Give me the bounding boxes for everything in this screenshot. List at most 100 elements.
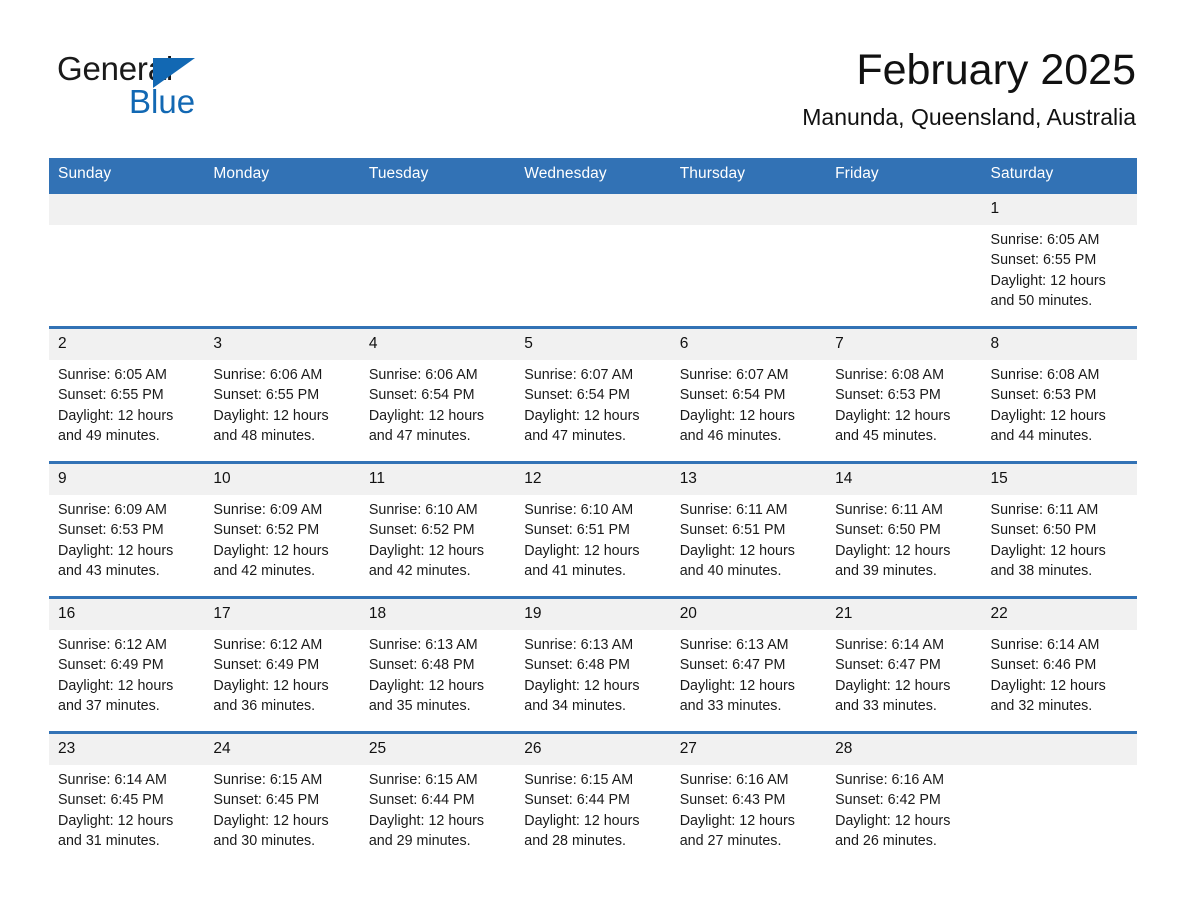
sunset-text: Sunset: 6:55 PM (58, 387, 164, 404)
calendar-day-cell[interactable]: 10 Sunrise: 6:09 AM Sunset: 6:52 PM Dayligh… (204, 461, 360, 598)
daylight-text: Daylight: 12 hours and 29 minutes. (368, 812, 485, 849)
calendar-day-cell[interactable]: 16 Sunrise: 6:12 AM Sunset: 6:49 PM Dayligh… (49, 596, 205, 733)
calendar-day-cell[interactable]: 14 Sunrise: 6:11 AM Sunset: 6:50 PM Dayligh… (826, 461, 982, 598)
calendar-day-cell[interactable]: 9 Sunrise: 6:09 AM Sunset: 6:53 PM Daylight… (49, 461, 205, 598)
daylight-text: Daylight: 12 hours and 45 minutes. (835, 407, 951, 444)
sunset-text: Sunset: 6:43 PM (679, 792, 786, 809)
calendar-cell-inner: 22 Sunrise: 6:14 AM Sunset: 6:46 PM Dayligh… (981, 599, 1137, 731)
day-number: 10 (204, 464, 360, 495)
day-number: 12 (515, 464, 671, 495)
general-blue-logo: General Blue (57, 50, 257, 126)
calendar-cell-inner: 10 Sunrise: 6:09 AM Sunset: 6:52 PM Dayligh… (204, 464, 360, 596)
sunset-text: Sunset: 6:50 PM (835, 522, 941, 539)
sunrise-text: Sunrise: 6:08 AM (835, 367, 944, 383)
calendar-day-cell[interactable]: 3 Sunrise: 6:06 AM Sunset: 6:55 PM Daylight… (204, 326, 360, 463)
day-details: Sunrise: 6:15 AM Sunset: 6:45 PM Daylight:… (204, 765, 359, 851)
calendar-day-cell[interactable]: 6 Sunrise: 6:07 AM Sunset: 6:54 PM Daylight… (670, 326, 827, 463)
day-details: Sunrise: 6:09 AM Sunset: 6:53 PM Daylight:… (49, 495, 204, 581)
day-details: Sunrise: 6:12 AM Sunset: 6:49 PM Daylight:… (49, 630, 204, 716)
calendar-cell-inner (359, 194, 516, 326)
sunrise-text: Sunrise: 6:13 AM (679, 637, 789, 653)
day-details: Sunrise: 6:13 AM Sunset: 6:48 PM Daylight:… (360, 630, 515, 716)
calendar-day-cell[interactable]: 22 Sunrise: 6:14 AM Sunset: 6:46 PM Dayligh… (981, 596, 1137, 733)
calendar-cell-inner: 28 Sunrise: 6:16 AM Sunset: 6:42 PM Dayligh… (826, 734, 982, 866)
calendar-cell-inner: 12 Sunrise: 6:10 AM Sunset: 6:51 PM Dayligh… (515, 464, 671, 596)
day-number: 11 (359, 464, 516, 495)
day-details: Sunrise: 6:07 AM Sunset: 6:54 PM Daylight:… (671, 360, 826, 446)
day-number (826, 194, 982, 225)
calendar-cell-inner: 2 Sunrise: 6:05 AM Sunset: 6:55 PM Daylight… (49, 329, 205, 461)
sunset-text: Sunset: 6:48 PM (524, 657, 630, 674)
calendar-day-cell[interactable]: 7 Sunrise: 6:08 AM Sunset: 6:53 PM Daylight… (826, 326, 982, 463)
sunset-text: Sunset: 6:51 PM (524, 522, 630, 539)
sunset-text: Sunset: 6:42 PM (835, 792, 941, 809)
weekday-header-monday: Monday (204, 158, 360, 193)
sunset-text: Sunset: 6:53 PM (58, 522, 164, 539)
calendar-day-cell[interactable]: 28 Sunrise: 6:16 AM Sunset: 6:42 PM Dayligh… (826, 731, 982, 866)
calendar-week-row: 2 Sunrise: 6:05 AM Sunset: 6:55 PM Daylight… (49, 326, 1137, 463)
sunrise-text: Sunrise: 6:15 AM (213, 772, 323, 788)
calendar-day-cell[interactable]: 2 Sunrise: 6:05 AM Sunset: 6:55 PM Daylight… (49, 326, 205, 463)
sunrise-text: Sunrise: 6:09 AM (213, 502, 323, 518)
calendar-day-cell[interactable]: 21 Sunrise: 6:14 AM Sunset: 6:47 PM Dayligh… (826, 596, 982, 733)
calendar-cell-inner: 20 Sunrise: 6:13 AM Sunset: 6:47 PM Dayligh… (670, 599, 827, 731)
day-number: 28 (826, 734, 982, 765)
calendar-day-cell[interactable]: 15 Sunrise: 6:11 AM Sunset: 6:50 PM Dayligh… (981, 461, 1137, 598)
sunrise-text: Sunrise: 6:11 AM (679, 502, 788, 518)
calendar-cell-inner: 16 Sunrise: 6:12 AM Sunset: 6:49 PM Dayligh… (49, 599, 205, 731)
calendar-day-cell[interactable]: 24 Sunrise: 6:15 AM Sunset: 6:45 PM Dayligh… (204, 731, 360, 866)
calendar-day-cell[interactable]: 17 Sunrise: 6:12 AM Sunset: 6:49 PM Dayligh… (204, 596, 360, 733)
calendar-day-cell[interactable]: 19 Sunrise: 6:13 AM Sunset: 6:48 PM Dayligh… (515, 596, 671, 733)
calendar-cell-inner: 11 Sunrise: 6:10 AM Sunset: 6:52 PM Dayligh… (359, 464, 516, 596)
daylight-text: Daylight: 12 hours and 48 minutes. (213, 407, 329, 444)
day-number: 19 (515, 599, 671, 630)
sunrise-text: Sunrise: 6:08 AM (990, 367, 1100, 383)
day-number: 17 (204, 599, 360, 630)
calendar-day-cell[interactable]: 26 Sunrise: 6:15 AM Sunset: 6:44 PM Dayligh… (515, 731, 671, 866)
calendar-cell-inner: 13 Sunrise: 6:11 AM Sunset: 6:51 PM Dayligh… (670, 464, 827, 596)
day-details: Sunrise: 6:05 AM Sunset: 6:55 PM Daylight:… (49, 360, 204, 446)
day-number: 4 (359, 329, 516, 360)
weekday-header-sunday: Sunday (49, 158, 205, 193)
sunset-text: Sunset: 6:55 PM (213, 387, 320, 404)
sunrise-text: Sunrise: 6:15 AM (524, 772, 634, 788)
daylight-text: Daylight: 12 hours and 26 minutes. (835, 812, 951, 849)
daylight-text: Daylight: 12 hours and 34 minutes. (524, 677, 640, 714)
calendar-day-cell[interactable]: 23 Sunrise: 6:14 AM Sunset: 6:45 PM Dayligh… (49, 731, 205, 866)
calendar-day-cell[interactable]: 1 Sunrise: 6:05 AM Sunset: 6:55 PM Daylight… (981, 191, 1137, 328)
sunrise-text: Sunrise: 6:15 AM (368, 772, 478, 788)
daylight-text: Daylight: 12 hours and 37 minutes. (58, 677, 174, 714)
day-details: Sunrise: 6:08 AM Sunset: 6:53 PM Daylight:… (826, 360, 981, 446)
calendar-cell-inner (670, 194, 827, 326)
calendar-day-cell[interactable]: 12 Sunrise: 6:10 AM Sunset: 6:51 PM Dayligh… (515, 461, 671, 598)
calendar-cell-inner: 1 Sunrise: 6:05 AM Sunset: 6:55 PM Daylight… (981, 194, 1137, 326)
calendar-day-cell[interactable]: 27 Sunrise: 6:16 AM Sunset: 6:43 PM Dayligh… (670, 731, 827, 866)
day-number: 8 (981, 329, 1137, 360)
daylight-text: Daylight: 12 hours and 42 minutes. (368, 542, 485, 579)
daylight-text: Daylight: 12 hours and 50 minutes. (990, 272, 1106, 309)
weekday-header-thursday: Thursday (670, 158, 827, 193)
day-number: 13 (670, 464, 827, 495)
calendar-day-cell[interactable]: 25 Sunrise: 6:15 AM Sunset: 6:44 PM Dayligh… (359, 731, 516, 866)
daylight-text: Daylight: 12 hours and 42 minutes. (213, 542, 329, 579)
calendar-day-cell[interactable]: 4 Sunrise: 6:06 AM Sunset: 6:54 PM Daylight… (359, 326, 516, 463)
calendar-day-cell[interactable]: 13 Sunrise: 6:11 AM Sunset: 6:51 PM Dayligh… (670, 461, 827, 598)
calendar-cell-empty (981, 731, 1137, 866)
day-number (515, 194, 671, 225)
calendar-cell-inner: 18 Sunrise: 6:13 AM Sunset: 6:48 PM Dayligh… (359, 599, 516, 731)
calendar-cell-inner (981, 734, 1137, 866)
calendar-day-cell[interactable]: 11 Sunrise: 6:10 AM Sunset: 6:52 PM Dayligh… (359, 461, 516, 598)
sunset-text: Sunset: 6:44 PM (368, 792, 475, 809)
calendar-day-cell[interactable]: 5 Sunrise: 6:07 AM Sunset: 6:54 PM Daylight… (515, 326, 671, 463)
day-details: Sunrise: 6:12 AM Sunset: 6:49 PM Daylight:… (204, 630, 359, 716)
sunrise-text: Sunrise: 6:10 AM (368, 502, 478, 518)
weekday-header-friday: Friday (826, 158, 982, 193)
calendar-day-cell[interactable]: 8 Sunrise: 6:08 AM Sunset: 6:53 PM Daylight… (981, 326, 1137, 463)
daylight-text: Daylight: 12 hours and 32 minutes. (990, 677, 1106, 714)
calendar-cell-empty (826, 191, 982, 328)
calendar-day-cell[interactable]: 18 Sunrise: 6:13 AM Sunset: 6:48 PM Dayligh… (359, 596, 516, 733)
day-number: 14 (826, 464, 982, 495)
day-details: Sunrise: 6:13 AM Sunset: 6:48 PM Daylight:… (515, 630, 670, 716)
logo-text-blue: Blue (129, 83, 196, 120)
calendar-day-cell[interactable]: 20 Sunrise: 6:13 AM Sunset: 6:47 PM Dayligh… (670, 596, 827, 733)
